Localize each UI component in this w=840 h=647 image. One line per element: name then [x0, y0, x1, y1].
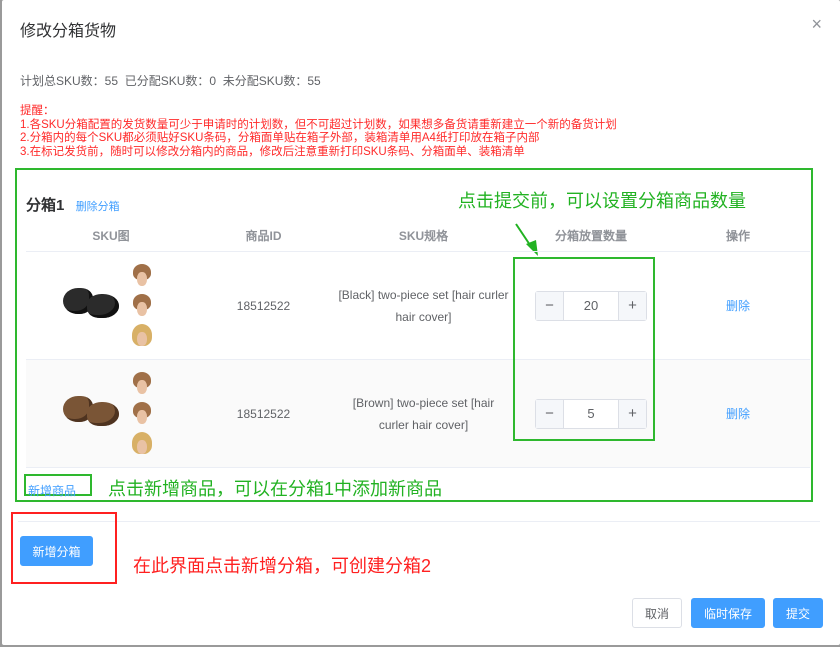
- add-box-button[interactable]: 新增分箱: [20, 536, 93, 566]
- model-image: [131, 263, 153, 290]
- add-item-link[interactable]: 新增商品: [28, 482, 76, 499]
- sku-image-cell: [26, 258, 196, 354]
- box-header: 分箱1 删除分箱: [26, 194, 120, 215]
- column-header: 商品ID: [245, 229, 282, 243]
- column-header: SKU规格: [398, 229, 449, 243]
- hair-clip-image: [61, 390, 121, 432]
- hair-clip-image: [61, 282, 121, 324]
- tips-line: 1.各SKU分箱配置的发货数量可少于申请时的计划数，但不可超过计划数，如果想多备…: [20, 118, 617, 131]
- delete-item-link[interactable]: 删除: [726, 407, 750, 421]
- product-id: 18512522: [236, 406, 291, 421]
- reminder-tips: 提醒： 1.各SKU分箱配置的发货数量可少于申请时的计划数，但不可超过计划数，如…: [20, 105, 617, 159]
- box-name: 分箱1: [26, 197, 65, 214]
- box-items-table: SKU图 商品ID SKU规格 分箱放置数量 操作 18512522 [Blac…: [26, 220, 810, 468]
- sku-spec: [Brown] two-piece set [hair curler hair …: [352, 395, 495, 432]
- sku-image: [61, 258, 161, 354]
- cancel-button[interactable]: 取消: [632, 598, 682, 628]
- submit-button[interactable]: 提交: [773, 598, 823, 628]
- model-image: [131, 323, 153, 350]
- action-cell: 删除: [666, 297, 810, 314]
- sku-image-cell: [26, 366, 196, 462]
- divider: [18, 521, 820, 522]
- dialog-title: 修改分箱货物: [20, 23, 117, 40]
- column-header: 操作: [725, 229, 750, 243]
- column-header: SKU图: [92, 229, 130, 243]
- table-header: SKU图 商品ID SKU规格 分箱放置数量 操作: [26, 220, 810, 252]
- table-row: 18512522 [Brown] two-piece set [hair cur…: [26, 360, 810, 468]
- column-header: 分箱放置数量: [554, 229, 627, 243]
- temp-save-button[interactable]: 临时保存: [691, 598, 765, 628]
- qty-annotation: 点击提交前，可以设置分箱商品数量: [458, 191, 746, 211]
- model-image: [131, 371, 153, 398]
- action-cell: 删除: [666, 405, 810, 422]
- product-id: 18512522: [236, 298, 291, 313]
- table-row: 18512522 [Black] two-piece set [hair cur…: [26, 252, 810, 360]
- add-item-annotation: 点击新增商品，可以在分箱1中添加新商品: [108, 479, 443, 499]
- tips-heading: 提醒：: [20, 105, 55, 117]
- sku-image: [61, 366, 161, 462]
- delete-item-link[interactable]: 删除: [726, 299, 750, 313]
- tips-line: 2.分箱内的每个SKU都必须贴好SKU条码，分箱面单贴在箱子外部，装箱清单用A4…: [20, 132, 540, 144]
- delete-box-link[interactable]: 删除分箱: [76, 201, 120, 213]
- sku-spec: [Black] two-piece set [hair curler hair …: [338, 287, 509, 324]
- sku-summary: 计划总SKU数：55 已分配SKU数：0 未分配SKU数：55: [20, 74, 321, 88]
- add-box-annotation: 在此界面点击新增分箱，可创建分箱2: [133, 556, 432, 576]
- close-icon[interactable]: ×: [811, 14, 822, 34]
- quantity-highlight: [513, 257, 655, 441]
- model-image: [131, 401, 153, 428]
- model-image: [131, 431, 153, 458]
- model-image: [131, 293, 153, 320]
- tips-line: 3.在标记发货前，随时可以修改分箱内的商品，修改后注意重新打印SKU条码、分箱面…: [20, 145, 525, 158]
